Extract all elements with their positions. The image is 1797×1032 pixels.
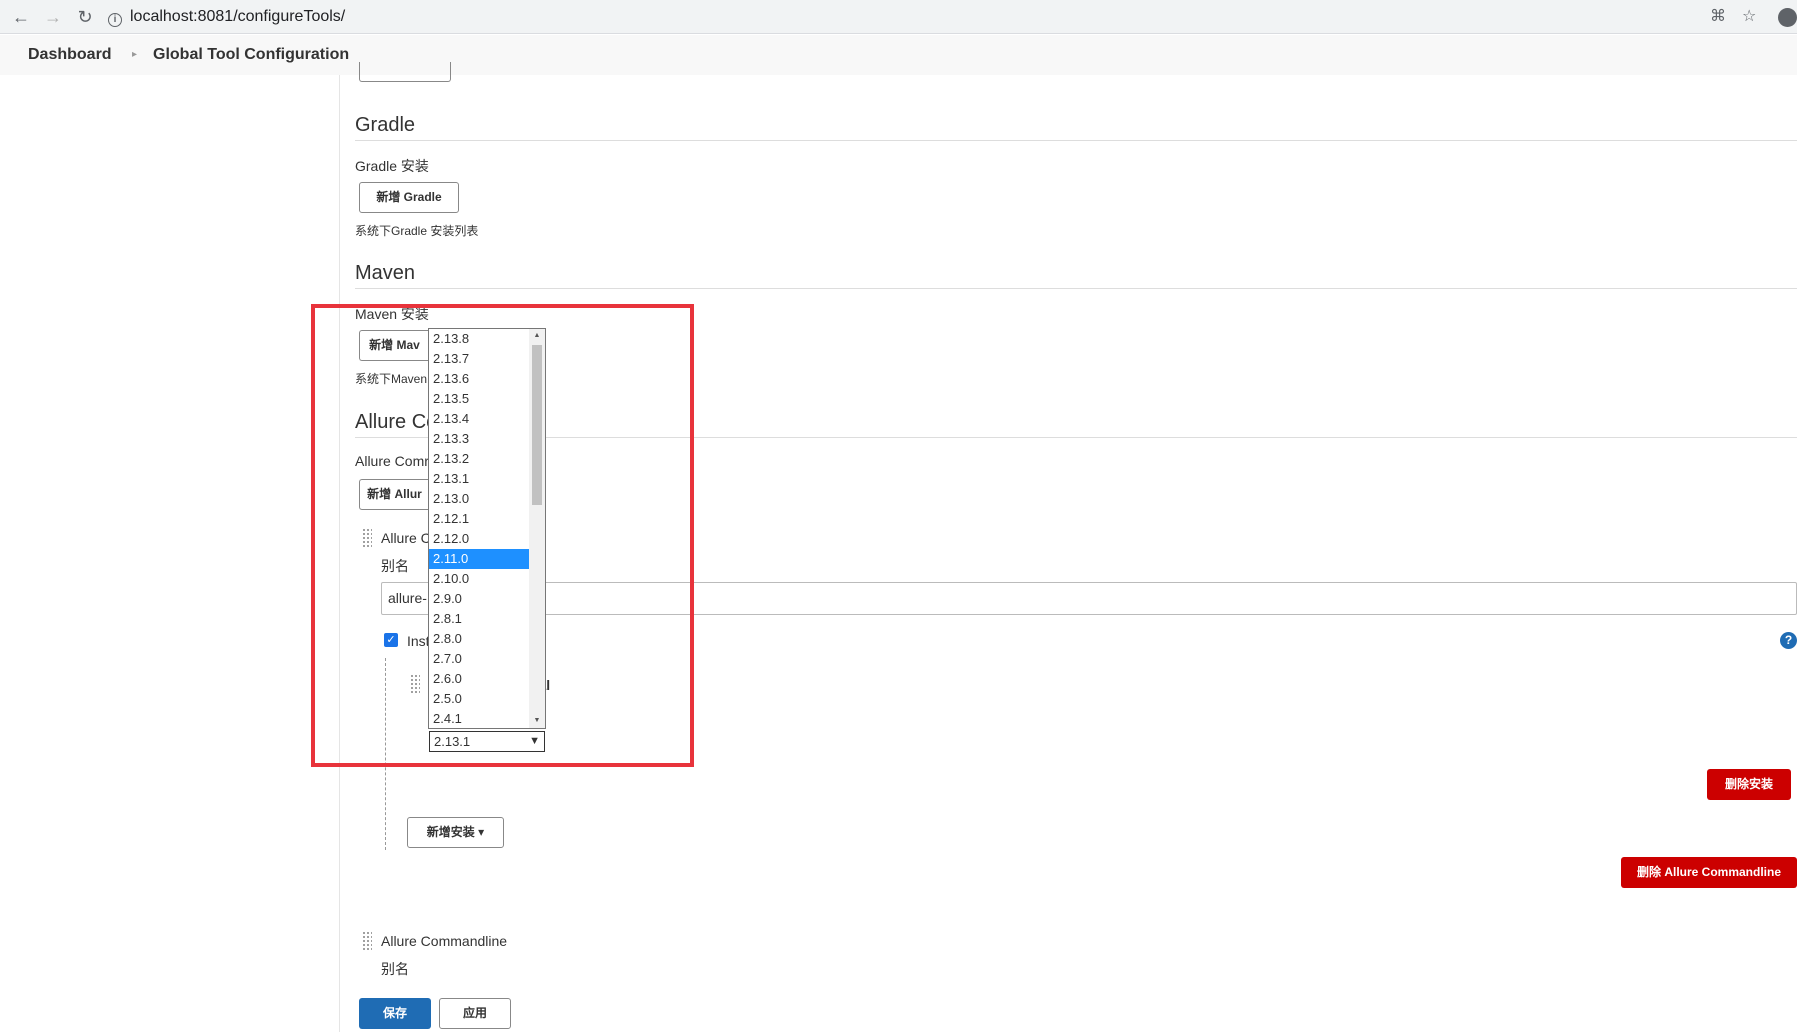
breadcrumb-dashboard[interactable]: Dashboard — [28, 46, 112, 64]
gradle-install-label: Gradle 安装 — [355, 158, 429, 174]
gradle-divider — [355, 140, 1797, 141]
breadcrumb-global-tool-configuration[interactable]: Global Tool Configuration — [153, 46, 349, 64]
profile-avatar-icon[interactable] — [1778, 8, 1797, 27]
breadcrumb-chevron-icon[interactable]: ▸ — [132, 49, 137, 60]
gradle-description: 系统下Gradle 安装列表 — [355, 224, 479, 238]
bookmark-star-icon[interactable]: ☆ — [1742, 6, 1756, 26]
maven-divider — [355, 288, 1797, 289]
add-installer-button[interactable]: 新增安装 ▾ — [407, 817, 504, 848]
breadcrumb: Dashboard ▸ Global Tool Configuration — [0, 35, 1797, 75]
highlight-box — [311, 304, 694, 767]
allure-item2-title: Allure Commandline — [381, 933, 508, 949]
forward-arrow-icon[interactable]: → — [42, 6, 64, 28]
save-button[interactable]: 保存 — [359, 998, 431, 1029]
address-bar[interactable]: i localhost:8081/configureTools/ — [108, 4, 1708, 30]
url-text: localhost:8081/configureTools/ — [130, 8, 346, 25]
reload-icon[interactable]: ↻ — [74, 6, 96, 28]
caret-down-icon: ▾ — [478, 825, 485, 839]
add-installer-label: 新增安装 — [426, 825, 475, 839]
gradle-section-title: Gradle — [355, 114, 416, 136]
add-gradle-button[interactable]: 新增 Gradle — [359, 182, 459, 213]
help-icon[interactable]: ? — [1780, 632, 1797, 649]
previous-section-button[interactable] — [359, 62, 451, 82]
alias-label-2: 别名 — [381, 961, 409, 977]
browser-toolbar: ← → ↻ i localhost:8081/configureTools/ ⌘ … — [0, 0, 1797, 34]
drag-handle-2-icon[interactable] — [362, 931, 372, 951]
apply-button[interactable]: 应用 — [439, 998, 511, 1029]
delete-install-button[interactable]: 删除安装 — [1707, 769, 1791, 800]
translate-icon[interactable]: ⌘ — [1710, 6, 1726, 26]
delete-allure-commandline-button[interactable]: 删除 Allure Commandline — [1621, 857, 1797, 888]
back-arrow-icon[interactable]: ← — [10, 6, 32, 28]
site-info-icon[interactable]: i — [108, 13, 122, 27]
maven-section-title: Maven — [355, 262, 416, 284]
